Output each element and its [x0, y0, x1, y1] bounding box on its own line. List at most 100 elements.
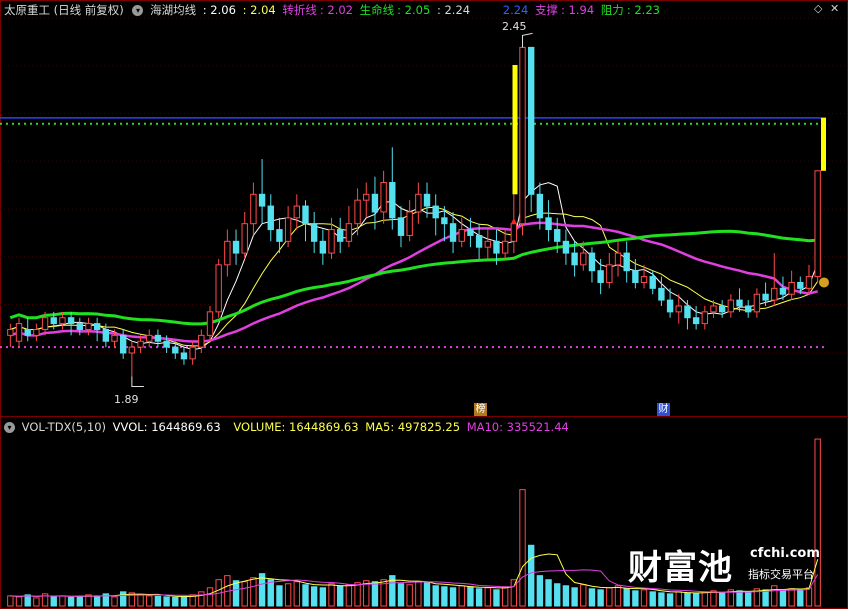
candle-body [111, 334, 118, 342]
candle-body [206, 311, 214, 336]
volume-bar [632, 590, 639, 607]
finance-badge[interactable]: 财 [657, 403, 670, 416]
candle-body [814, 170, 821, 278]
candle-body [284, 217, 292, 242]
volume-bar [198, 591, 205, 607]
candle-body [753, 293, 761, 313]
candle-body [640, 276, 648, 283]
candle-body [623, 252, 630, 272]
volume-bar [658, 592, 665, 607]
candle-body [85, 323, 92, 330]
candle-body [258, 193, 266, 207]
volume-bar [354, 582, 361, 607]
buy-signal-icon [510, 217, 517, 224]
volume-bar [623, 588, 630, 607]
volume-bar [562, 585, 570, 607]
volume-bar [50, 596, 57, 607]
candle-body [771, 287, 778, 301]
volume-bar [475, 588, 483, 607]
volume-bar [788, 588, 795, 607]
candle-body [33, 328, 40, 336]
watermark-tagline: 指标交易平台 [748, 568, 814, 581]
candle-body [59, 317, 66, 325]
volume-bar [606, 587, 613, 607]
yellow-signal-bar [821, 117, 826, 171]
volume-bar [206, 587, 214, 607]
candle-body [241, 223, 248, 254]
candle-body [467, 229, 474, 236]
candle-body [797, 281, 804, 289]
candle-body [718, 305, 726, 313]
candle-body [198, 334, 205, 348]
candle-body [363, 193, 370, 201]
vol-indicator-name[interactable]: VOL-TDX(5,10) [22, 420, 106, 434]
candle-body [224, 240, 231, 266]
volume-bar [276, 585, 283, 607]
volume-bar [510, 579, 518, 607]
candle-body [128, 346, 136, 354]
low-price-label: 1.89 [114, 393, 139, 406]
volume-bar [458, 585, 465, 607]
volume-bar [588, 588, 596, 607]
volume-bar [684, 592, 691, 607]
candle-body [172, 346, 179, 354]
candle-body [232, 240, 240, 254]
volume-bar [528, 544, 535, 607]
volume-bar [267, 579, 274, 607]
volume-bar [718, 592, 726, 607]
volume-bar [310, 586, 318, 607]
candle-body [562, 240, 570, 254]
volume-bar [640, 589, 648, 607]
candle-body [293, 205, 300, 219]
candle-body [380, 182, 387, 213]
candle-body [180, 352, 188, 360]
volume-bar [33, 597, 40, 607]
volume-bar [449, 587, 457, 607]
volume-bar [597, 589, 604, 607]
pane-separator[interactable] [0, 416, 848, 417]
volume-bar [484, 587, 491, 607]
candle-body [302, 205, 309, 225]
volume-indicator-toggle-icon[interactable]: ▾ [4, 422, 15, 433]
volume-bar [406, 584, 413, 607]
volume-bar [319, 587, 327, 607]
volume-bar [797, 589, 804, 607]
candle-body [684, 305, 691, 319]
volume-bar [701, 591, 708, 607]
candle-body [215, 264, 222, 313]
candle-body [727, 299, 735, 313]
candle-body [528, 46, 535, 195]
volume-bar [241, 581, 248, 607]
volume-bar [172, 596, 179, 607]
rank-badge[interactable]: 榜 [474, 403, 487, 416]
candle-body [137, 340, 144, 348]
candle-body [649, 276, 656, 289]
watermark-domain: cfchi.com [750, 546, 820, 561]
candle-body [545, 217, 552, 231]
candle-body [76, 323, 83, 330]
candle-body [163, 340, 170, 348]
volume-bar [137, 594, 144, 607]
volume-bar [467, 586, 474, 607]
candle-body [632, 270, 639, 283]
candle-body [666, 299, 674, 313]
low-pointer [131, 376, 144, 387]
candle-body [423, 193, 431, 207]
candle-body [93, 323, 101, 330]
volume-bar [7, 595, 14, 607]
candle-body [580, 252, 587, 266]
volume-bar [736, 590, 743, 607]
candle-body [276, 229, 283, 242]
volume-bar [771, 585, 778, 607]
volume-bar [519, 489, 526, 607]
volume-bar [666, 593, 674, 607]
candle-body [536, 193, 544, 219]
candle-body [762, 293, 769, 301]
candle-body [24, 328, 31, 336]
volume-bar [163, 596, 170, 607]
volume-bar [345, 584, 353, 607]
volume-bar [293, 581, 300, 607]
kline-chart[interactable] [0, 0, 848, 609]
candle-body [710, 305, 717, 313]
candle-body [7, 328, 14, 336]
